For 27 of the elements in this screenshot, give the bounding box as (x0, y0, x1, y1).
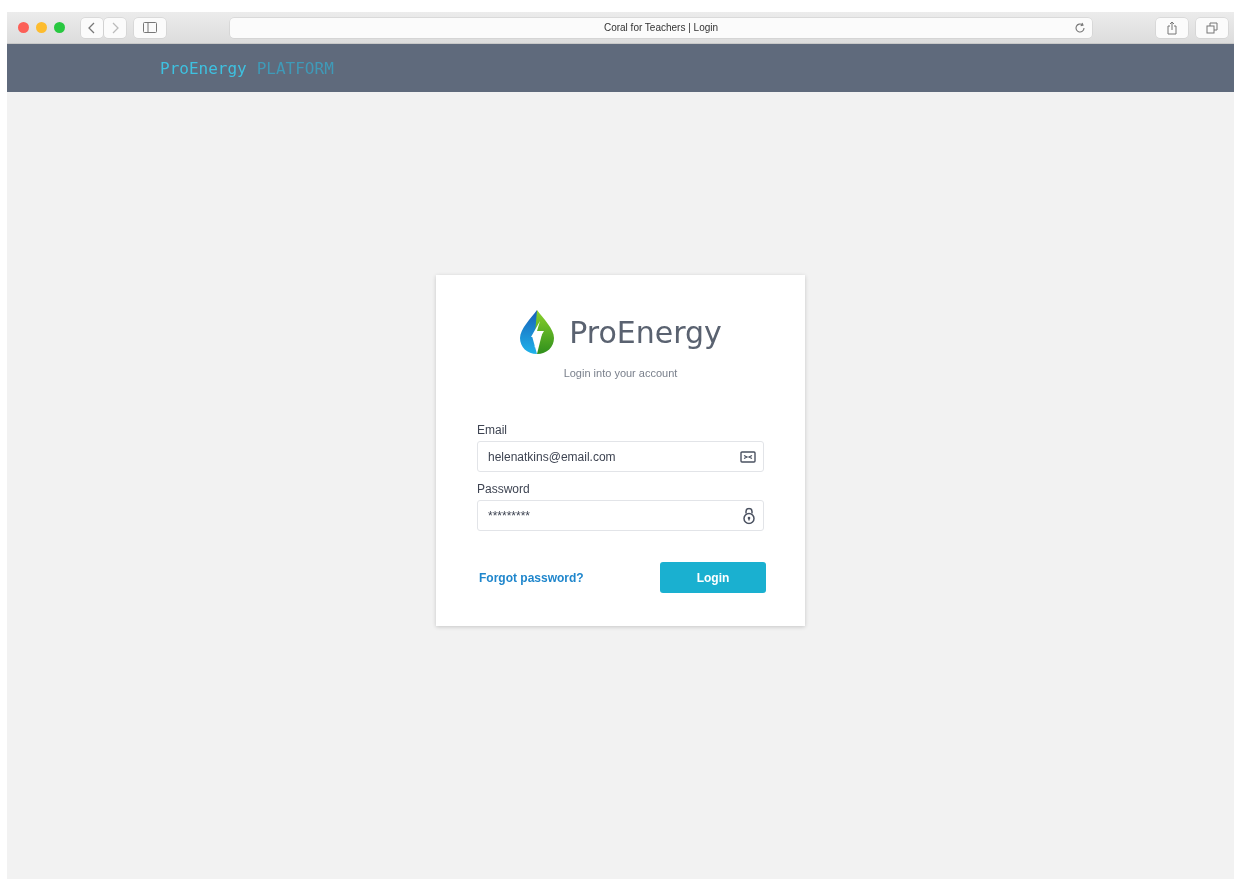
forward-button[interactable] (104, 17, 126, 38)
field-label: Email (477, 423, 508, 437)
brand-suffix: PLATFORM (256, 58, 334, 78)
address-bar[interactable]: Coral for Teachers | Login (230, 17, 1092, 38)
zoom-icon[interactable] (54, 22, 65, 33)
sidebar-icon (143, 22, 157, 33)
logo-text: ProEnergy (569, 314, 722, 350)
share-button[interactable] (1156, 17, 1188, 38)
page-title: Coral for Teachers | Login (603, 22, 719, 33)
reload-icon[interactable] (1074, 21, 1086, 34)
tabs-button[interactable] (1196, 17, 1228, 38)
password-field[interactable]: ********* (477, 500, 764, 531)
chevron-left-icon (87, 21, 97, 34)
tabs-icon (1206, 21, 1218, 34)
lock-icon (742, 507, 756, 524)
sidebar-button[interactable] (134, 17, 166, 38)
close-icon[interactable] (18, 22, 29, 33)
share-icon (1166, 20, 1178, 35)
minimize-icon[interactable] (36, 22, 47, 33)
subtitle: Login into your account (562, 367, 679, 379)
forgot-password-link[interactable]: Forgot password? (479, 570, 584, 585)
field-label: Password (477, 482, 531, 496)
chevron-right-icon (110, 21, 120, 34)
email-field[interactable]: helenatkins@email.com (477, 441, 764, 472)
back-button[interactable] (81, 17, 103, 38)
envelope-icon (740, 450, 756, 463)
drop-bolt-icon (519, 309, 556, 355)
